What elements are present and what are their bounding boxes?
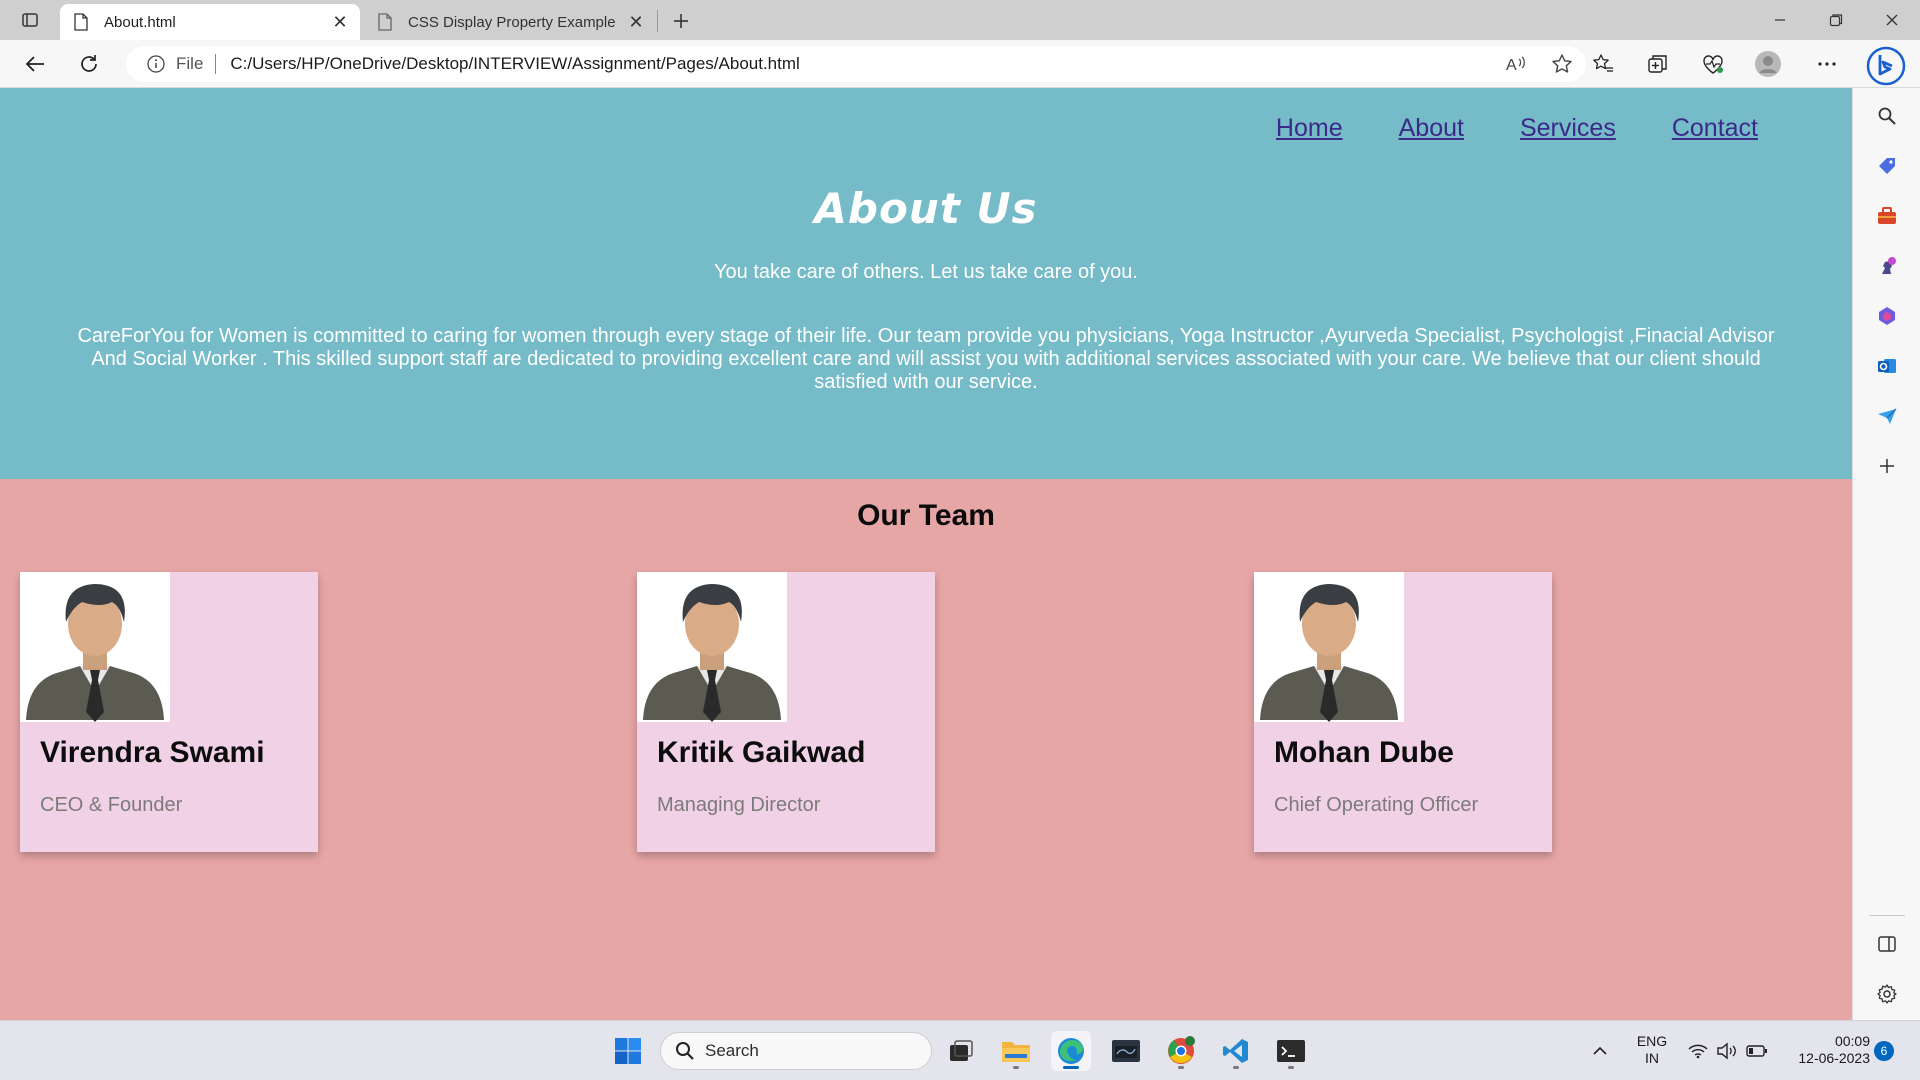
running-indicator — [1233, 1066, 1239, 1069]
task-view-icon[interactable] — [941, 1031, 981, 1071]
about-hero-section: Home About Services Contact About Us You… — [0, 88, 1852, 479]
volume-icon — [1716, 1042, 1738, 1060]
search-icon[interactable] — [1873, 102, 1901, 130]
tools-briefcase-icon[interactable] — [1873, 202, 1901, 230]
running-indicator — [1288, 1066, 1294, 1069]
show-hidden-icons-chevron-icon[interactable] — [1582, 1033, 1618, 1069]
site-info-icon[interactable] — [146, 54, 166, 74]
tab-strip: About.html ✕ CSS Display Property Exampl… — [0, 0, 1920, 40]
browser-essentials-icon[interactable] — [1696, 48, 1730, 80]
clock-time: 00:09 — [1834, 1033, 1870, 1049]
bing-copilot-icon[interactable] — [1860, 44, 1912, 88]
team-member-name: Mohan Dube — [1274, 736, 1454, 769]
team-member-avatar — [20, 572, 170, 722]
team-member-role: Managing Director — [657, 794, 821, 816]
close-window-icon[interactable] — [1864, 0, 1920, 40]
page-title: About Us — [814, 184, 1038, 233]
window-controls — [1752, 0, 1920, 40]
team-card: Virendra Swami CEO & Founder — [20, 572, 318, 852]
new-tab-icon[interactable] — [666, 6, 696, 36]
file-explorer-icon[interactable] — [996, 1031, 1036, 1071]
tab-title: About.html — [104, 13, 176, 31]
tab-css-display[interactable]: CSS Display Property Example ✕ — [364, 4, 656, 40]
start-windows-icon[interactable] — [608, 1031, 648, 1071]
more-options-icon[interactable] — [1810, 48, 1844, 80]
running-indicator — [1013, 1066, 1019, 1069]
nav-link-contact[interactable]: Contact — [1672, 114, 1758, 143]
profile-avatar-icon[interactable] — [1751, 48, 1785, 80]
team-member-name: Kritik Gaikwad — [657, 736, 866, 769]
input-language-indicator[interactable]: ENG IN — [1634, 1033, 1670, 1067]
nav-link-services[interactable]: Services — [1520, 114, 1616, 143]
tab-about[interactable]: About.html ✕ — [60, 4, 360, 40]
collections-icon[interactable] — [1641, 48, 1675, 80]
shopping-tag-icon[interactable] — [1873, 152, 1901, 180]
clock[interactable]: 00:09 12-06-2023 — [1782, 1033, 1870, 1067]
restore-icon[interactable] — [1808, 0, 1864, 40]
tab-title: CSS Display Property Example — [408, 13, 616, 31]
clock-date: 12-06-2023 — [1798, 1050, 1870, 1066]
svg-text:A: A — [1506, 57, 1517, 74]
favorite-star-icon[interactable] — [1548, 50, 1576, 78]
running-indicator — [1063, 1066, 1079, 1069]
refresh-icon[interactable] — [72, 48, 106, 80]
notification-count-badge[interactable]: 6 — [1874, 1041, 1894, 1061]
team-member-avatar — [637, 572, 787, 722]
edge-sidebar — [1852, 88, 1920, 1020]
mysql-workbench-icon[interactable] — [1106, 1031, 1146, 1071]
browser-toolbar: File C:/Users/HP/OneDrive/Desktop/INTERV… — [0, 40, 1920, 88]
search-icon — [675, 1041, 695, 1061]
back-arrow-icon[interactable] — [18, 48, 52, 80]
outlook-icon[interactable] — [1873, 352, 1901, 380]
add-sidebar-app-icon[interactable] — [1873, 452, 1901, 480]
address-divider — [215, 54, 217, 74]
settings-gear-icon[interactable] — [1873, 980, 1901, 1008]
team-heading: Our Team — [857, 499, 995, 532]
region-code: IN — [1645, 1050, 1659, 1066]
close-tab-icon[interactable]: ✕ — [326, 8, 354, 36]
tab-actions-menu-icon[interactable] — [16, 8, 44, 32]
language-code: ENG — [1636, 1033, 1668, 1049]
address-url[interactable]: C:/Users/HP/OneDrive/Desktop/INTERVIEW/A… — [230, 54, 799, 74]
edge-browser-icon[interactable] — [1051, 1031, 1091, 1071]
minimize-icon[interactable] — [1752, 0, 1808, 40]
games-chess-icon[interactable] — [1873, 252, 1901, 280]
close-tab-icon[interactable]: ✕ — [622, 8, 650, 36]
team-member-avatar — [1254, 572, 1404, 722]
chrome-icon[interactable] — [1161, 1031, 1201, 1071]
taskbar-search-box[interactable]: Search — [660, 1032, 932, 1070]
battery-icon — [1746, 1044, 1768, 1058]
favorites-icon[interactable] — [1586, 48, 1620, 80]
about-description: CareForYou for Women is committed to car… — [77, 325, 1775, 393]
address-bar[interactable]: File C:/Users/HP/OneDrive/Desktop/INTERV… — [126, 46, 1586, 82]
running-indicator — [1178, 1066, 1184, 1069]
wifi-icon — [1688, 1043, 1708, 1059]
hide-sidebar-icon[interactable] — [1873, 930, 1901, 958]
drop-send-icon[interactable] — [1873, 402, 1901, 430]
vscode-icon[interactable] — [1216, 1031, 1256, 1071]
read-aloud-icon[interactable]: A — [1502, 50, 1530, 78]
windows-taskbar: Search ENG IN 00:09 12-06-2023 6 — [0, 1020, 1920, 1080]
page-icon — [74, 12, 92, 32]
team-card: Mohan Dube Chief Operating Officer — [1254, 572, 1552, 852]
sidebar-divider — [1869, 915, 1905, 916]
microsoft-365-icon[interactable] — [1873, 302, 1901, 330]
terminal-icon[interactable] — [1271, 1031, 1311, 1071]
system-tray[interactable] — [1688, 1021, 1768, 1080]
nav-link-home[interactable]: Home — [1276, 114, 1343, 143]
tab-divider — [657, 10, 658, 32]
address-actions: A — [1502, 50, 1576, 78]
team-member-name: Virendra Swami — [40, 736, 265, 769]
taskbar-search-label: Search — [705, 1041, 759, 1060]
address-scheme-label: File — [176, 54, 204, 73]
team-member-role: CEO & Founder — [40, 794, 183, 816]
team-card: Kritik Gaikwad Managing Director — [637, 572, 935, 852]
page-icon — [378, 12, 396, 32]
team-member-role: Chief Operating Officer — [1274, 794, 1479, 816]
tagline: You take care of others. Let us take car… — [714, 261, 1138, 283]
page-viewport: Home About Services Contact About Us You… — [0, 88, 1852, 1020]
nav-link-about[interactable]: About — [1399, 114, 1464, 143]
main-nav: Home About Services Contact — [1276, 114, 1758, 143]
